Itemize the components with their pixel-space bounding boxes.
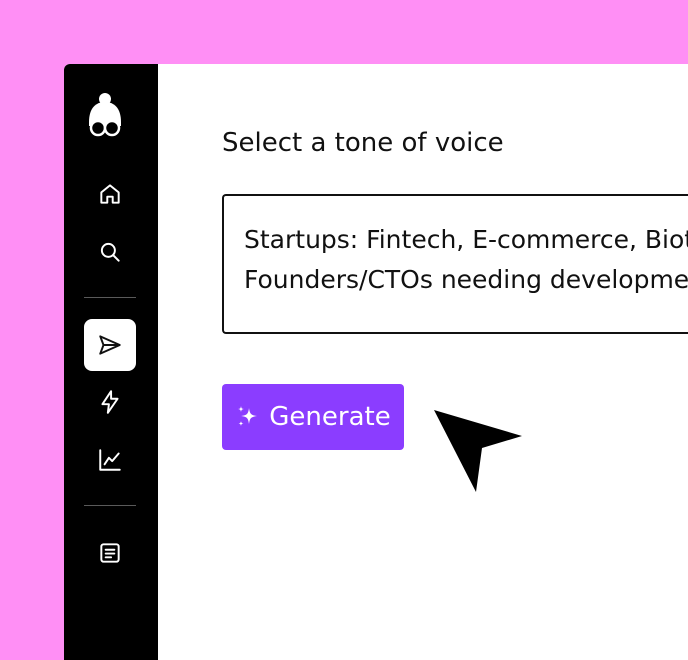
sidebar-item-search[interactable]	[84, 226, 136, 278]
send-icon	[99, 335, 121, 355]
sidebar-divider	[84, 505, 136, 506]
pointer-arrow-icon	[434, 410, 522, 492]
sidebar-item-send[interactable]	[84, 319, 136, 371]
home-icon	[100, 184, 120, 204]
tone-of-voice-textarea[interactable]: Startups: Fintech, E-commerce, Biotech F…	[222, 194, 688, 334]
document-icon	[100, 543, 120, 563]
lightning-icon	[101, 390, 119, 414]
sidebar	[64, 64, 158, 660]
sidebar-item-documents[interactable]	[84, 527, 136, 579]
generate-button-label: Generate	[269, 402, 391, 432]
search-icon	[100, 242, 120, 262]
sidebar-item-analytics[interactable]	[84, 434, 136, 486]
sidebar-divider	[84, 297, 136, 298]
line-chart-icon	[99, 449, 121, 471]
app-logo-icon[interactable]	[84, 92, 126, 140]
sparkle-icon	[238, 406, 258, 426]
generate-button[interactable]: Generate	[222, 384, 404, 450]
sidebar-item-home[interactable]	[84, 168, 136, 220]
tone-of-voice-label: Select a tone of voice	[222, 128, 504, 158]
app-window: Select a tone of voice Startups: Fintech…	[64, 64, 688, 660]
sidebar-item-lightning[interactable]	[84, 376, 136, 428]
main-content: Select a tone of voice Startups: Fintech…	[158, 64, 688, 660]
